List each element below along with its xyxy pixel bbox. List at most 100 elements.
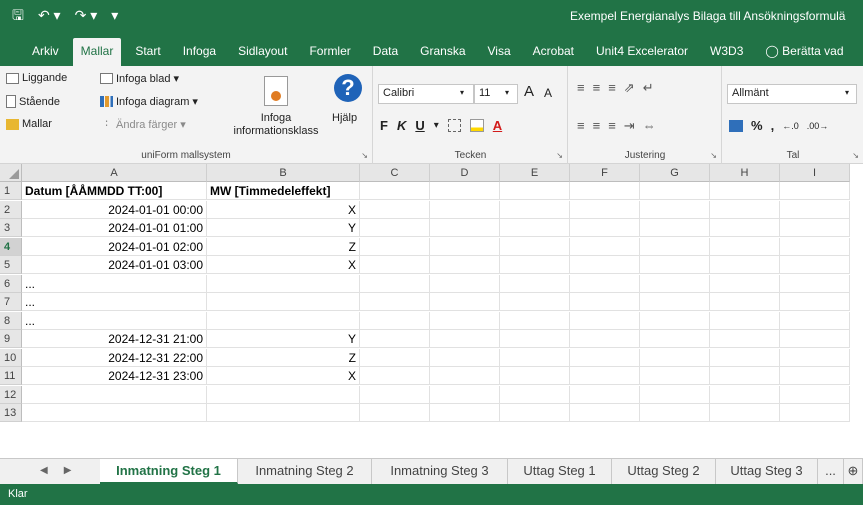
cell-i5[interactable]	[780, 256, 850, 274]
cell-c11[interactable]	[360, 367, 430, 385]
cell-f8[interactable]	[570, 311, 640, 330]
cell-c10[interactable]	[360, 348, 430, 367]
worksheet-grid[interactable]: A B C D E F G H I 1 Datum [ÅÅMMDD TT:00] MW [Timmed…	[0, 164, 863, 458]
infoga-diagram-button[interactable]: Infoga diagram ▾	[100, 95, 198, 108]
row-header[interactable]: 13	[0, 404, 22, 422]
cell-g5[interactable]	[640, 256, 710, 274]
cell-i3[interactable]	[780, 219, 850, 237]
cell-d4[interactable]	[430, 237, 500, 256]
tab-arkiv[interactable]: Arkiv	[24, 38, 67, 66]
decrease-decimal-icon[interactable]: .00→	[807, 121, 829, 131]
cell-a4[interactable]: 2024-01-01 02:00	[22, 237, 207, 256]
tab-granska[interactable]: Granska	[412, 38, 473, 66]
add-sheet-icon[interactable]: ⊕	[844, 459, 863, 484]
tab-unit4[interactable]: Unit4 Excelerator	[588, 38, 696, 66]
row-header[interactable]: 10	[0, 348, 22, 367]
cell-g13[interactable]	[640, 404, 710, 422]
cell-g1[interactable]	[640, 182, 710, 200]
launcher-icon[interactable]: ↘	[710, 151, 717, 160]
column-header-h[interactable]: H	[710, 164, 780, 182]
column-header-c[interactable]: C	[360, 164, 430, 182]
cell-h7[interactable]	[710, 293, 780, 311]
cell-h11[interactable]	[710, 367, 780, 385]
merge-icon[interactable]: ⇔	[643, 118, 656, 134]
font-color-icon[interactable]: A	[493, 118, 502, 133]
tab-acrobat[interactable]: Acrobat	[525, 38, 582, 66]
align-center-icon[interactable]: ≡	[593, 118, 601, 134]
cell-h6[interactable]	[710, 274, 780, 293]
cell-f3[interactable]	[570, 219, 640, 237]
launcher-icon[interactable]: ↘	[852, 151, 859, 160]
cell-d9[interactable]	[430, 330, 500, 348]
cell-e8[interactable]	[500, 311, 570, 330]
percent-button[interactable]: %	[751, 118, 763, 133]
cell-a13[interactable]	[22, 404, 207, 422]
cell-f12[interactable]	[570, 385, 640, 404]
cell-c5[interactable]	[360, 256, 430, 274]
cell-e12[interactable]	[500, 385, 570, 404]
cell-e5[interactable]	[500, 256, 570, 274]
hjalp-button[interactable]: Hjälp	[332, 112, 357, 124]
tab-tell-me[interactable]: ◯ Berätta vad	[757, 38, 851, 66]
cell-e1[interactable]	[500, 182, 570, 200]
tab-formler[interactable]: Formler	[301, 38, 358, 66]
cell-c8[interactable]	[360, 311, 430, 330]
increase-decimal-icon[interactable]: ←.0	[782, 121, 799, 131]
mallar-button[interactable]: Mallar	[6, 118, 52, 130]
cell-h5[interactable]	[710, 256, 780, 274]
cell-i11[interactable]	[780, 367, 850, 385]
cell-g3[interactable]	[640, 219, 710, 237]
cell-h10[interactable]	[710, 348, 780, 367]
row-header[interactable]: 6	[0, 274, 22, 293]
cell-d5[interactable]	[430, 256, 500, 274]
tab-mallar[interactable]: Mallar	[72, 38, 122, 66]
cell-e13[interactable]	[500, 404, 570, 422]
tab-start[interactable]: Start	[127, 38, 168, 66]
cell-i4[interactable]	[780, 237, 850, 256]
cell-b4[interactable]: Z	[207, 237, 360, 256]
cell-i1[interactable]	[780, 182, 850, 200]
undo-icon[interactable]: ↶ ▾	[38, 6, 61, 24]
next-sheet-icon[interactable]: ▶	[64, 465, 72, 476]
orientation-icon[interactable]: ⇗	[624, 80, 635, 96]
sheet-tab[interactable]: Inmatning Steg 1	[100, 459, 238, 484]
underline-button[interactable]: U	[415, 118, 424, 133]
cell-e3[interactable]	[500, 219, 570, 237]
cell-g4[interactable]	[640, 237, 710, 256]
launcher-icon[interactable]: ↘	[361, 151, 368, 160]
row-header[interactable]: 3	[0, 219, 22, 237]
cell-f13[interactable]	[570, 404, 640, 422]
cell-a2[interactable]: 2024-01-01 00:00	[22, 200, 207, 219]
cell-b8[interactable]	[207, 311, 360, 330]
cell-d2[interactable]	[430, 200, 500, 219]
infoga-blad-button[interactable]: Infoga blad ▾	[100, 72, 179, 85]
cell-d7[interactable]	[430, 293, 500, 311]
save-icon[interactable]: 🖫	[12, 6, 24, 24]
column-header-i[interactable]: I	[780, 164, 850, 182]
column-header-g[interactable]: G	[640, 164, 710, 182]
cell-d11[interactable]	[430, 367, 500, 385]
andra-farger-button[interactable]: ∶ Ändra färger ▾	[100, 118, 186, 132]
cell-a1[interactable]: Datum [ÅÅMMDD TT:00]	[22, 182, 207, 200]
cell-d3[interactable]	[430, 219, 500, 237]
prev-sheet-icon[interactable]: ◀	[40, 465, 48, 476]
align-left-icon[interactable]: ≡	[577, 118, 585, 134]
cell-c4[interactable]	[360, 237, 430, 256]
cell-a9[interactable]: 2024-12-31 21:00	[22, 330, 207, 348]
cell-a5[interactable]: 2024-01-01 03:00	[22, 256, 207, 274]
column-header-d[interactable]: D	[430, 164, 500, 182]
cell-g12[interactable]	[640, 385, 710, 404]
tab-w3d3[interactable]: W3D3	[702, 38, 751, 66]
italic-button[interactable]: K	[397, 118, 406, 133]
cell-c13[interactable]	[360, 404, 430, 422]
cell-g10[interactable]	[640, 348, 710, 367]
row-header[interactable]: 8	[0, 311, 22, 330]
cell-d10[interactable]	[430, 348, 500, 367]
row-header[interactable]: 12	[0, 385, 22, 404]
cell-b7[interactable]	[207, 293, 360, 311]
redo-icon[interactable]: ↷ ▾	[75, 6, 98, 24]
customize-qat-icon[interactable]: ▾	[111, 6, 118, 24]
staende-button[interactable]: Stående	[6, 95, 60, 108]
cell-b12[interactable]	[207, 385, 360, 404]
more-sheets-button[interactable]: ...	[818, 459, 844, 484]
